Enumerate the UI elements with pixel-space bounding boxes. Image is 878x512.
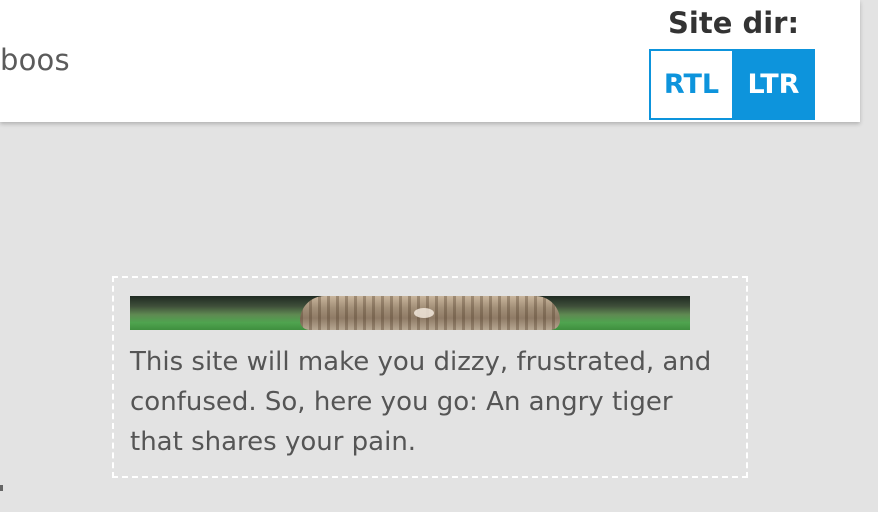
rtl-button[interactable]: RTL [649,49,732,120]
header-text-fragment: boos [0,43,70,77]
ltr-button[interactable]: LTR [732,49,815,120]
edge-mark [0,485,3,491]
tiger-image [130,296,690,330]
tiger-nose-shape [414,308,434,318]
site-dir-label: Site dir: [668,6,800,40]
content-card: This site will make you dizzy, frustrate… [112,276,748,478]
header-card: boos Site dir: RTL LTR [0,0,860,122]
site-dir-toggle: RTL LTR [649,49,815,120]
card-caption: This site will make you dizzy, frustrate… [130,347,712,457]
